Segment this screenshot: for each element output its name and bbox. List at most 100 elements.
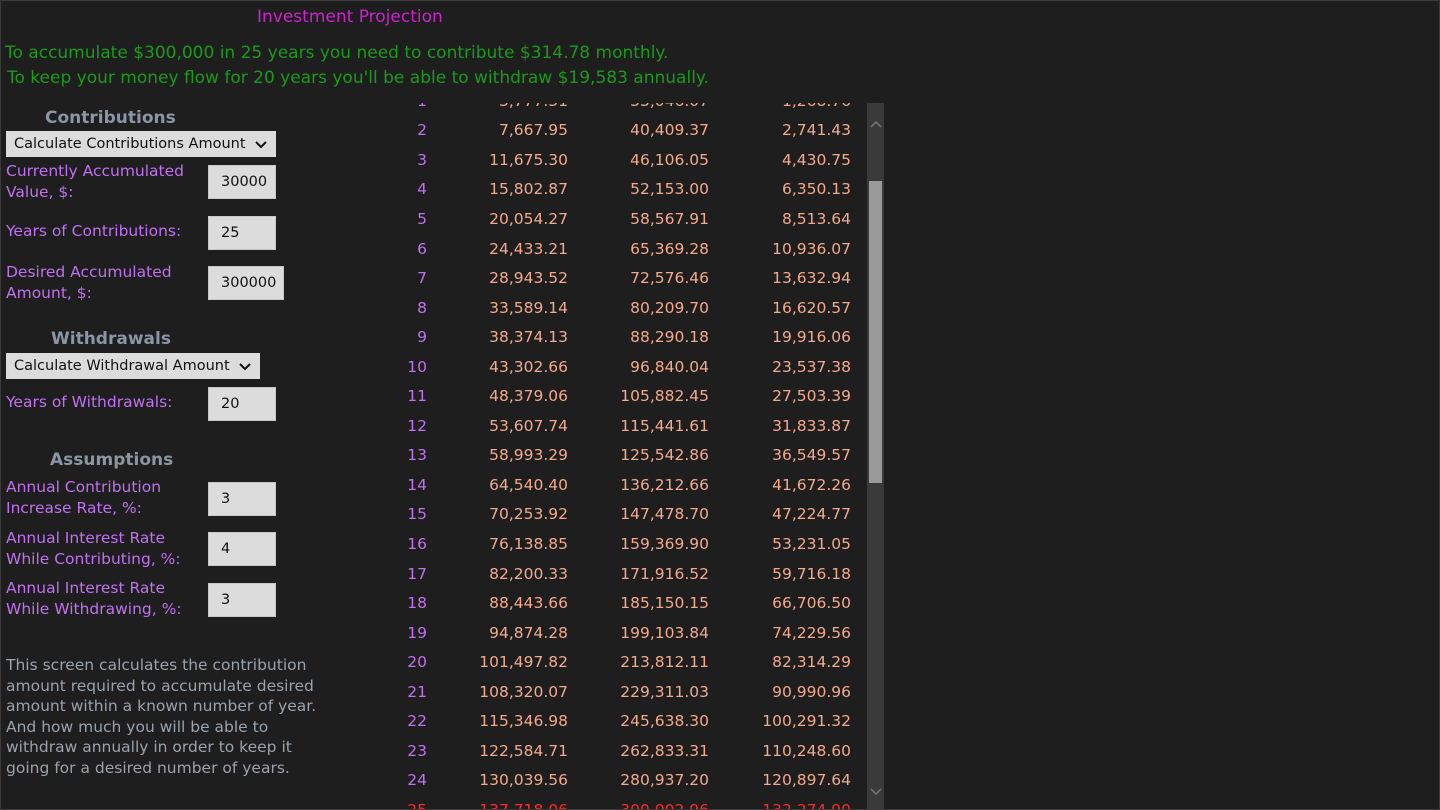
years-of-contributions-input[interactable]: 25 [208,216,276,250]
years-of-withdrawals-input[interactable]: 20 [208,387,276,421]
interest-contributing-input[interactable]: 4 [208,532,276,566]
accumulated-cell: 171,916.52 [620,564,709,583]
chevron-up-icon [869,120,882,128]
accumulated-cell: 80,209.70 [630,298,709,317]
year-cell: 3 [417,150,427,169]
accumulated-cell: 115,441.61 [620,416,709,435]
table-row: 9 38,374.13 88,290.18 19,916.06 [391,322,867,352]
contribution-cell: 115,346.98 [479,712,568,731]
table-row: 7 28,943.52 72,576.46 13,632.94 [391,263,867,293]
contribution-cell: 43,302.66 [489,357,568,376]
summary-withdrawal: To keep your money flow for 20 years you… [7,68,709,88]
contribution-cell: 53,607.74 [489,416,568,435]
interest-cell: 74,229.56 [772,623,851,642]
scroll-down-arrow[interactable] [867,783,884,801]
interest-cell: 23,537.38 [772,357,851,376]
contribution-cell: 76,138.85 [489,534,568,553]
interest-cell: 132,274.90 [731,801,851,809]
interest-cell: 27,503.39 [772,387,851,406]
interest-cell: 8,513.64 [781,209,851,228]
interest-cell: 90,990.96 [772,682,851,701]
contribution-cell: 48,379.06 [489,387,568,406]
year-cell: 18 [407,594,427,613]
table-row: 10 43,302.66 96,840.04 23,537.38 [391,352,867,382]
contribution-increase-label: Annual Contribution Increase Rate, %: [6,478,162,517]
table-row: 19 94,874.28 199,103.84 74,229.56 [391,618,867,648]
table-row: 11 48,379.06 105,882.45 27,503.39 [391,381,867,411]
contribution-cell: 33,589.14 [489,298,568,317]
contributions-mode-value: Calculate Contributions Amount [14,136,246,152]
year-cell: 14 [407,475,427,494]
interest-withdrawing-input[interactable]: 3 [208,583,276,617]
interest-cell: 13,632.94 [772,269,851,288]
interest-cell: 53,231.05 [772,534,851,553]
accumulated-value-input[interactable]: 30000 [208,165,276,199]
scrollbar-thumb[interactable] [869,181,882,483]
withdrawals-mode-select[interactable]: Calculate Withdrawal Amount [6,353,260,379]
interest-cell: 110,248.60 [762,741,851,760]
year-cell: 8 [417,298,427,317]
contribution-cell: 28,943.52 [489,269,568,288]
year-cell: 15 [407,505,427,524]
contribution-cell: 38,374.13 [489,328,568,347]
scroll-up-arrow[interactable] [867,115,884,133]
accumulated-cell: 40,409.37 [630,121,709,140]
contributions-mode-select[interactable]: Calculate Contributions Amount [6,131,276,157]
accumulated-cell: 229,311.03 [620,682,709,701]
interest-cell: 16,620.57 [772,298,851,317]
accumulated-cell: 147,478.70 [620,505,709,524]
year-cell: 12 [407,416,427,435]
accumulated-cell: 136,212.66 [620,475,709,494]
accumulated-value-label: Currently Accumulated Value, $: [6,162,185,201]
projection-table[interactable]: 1 3,777.31 33,046.07 1,268.76 2 7,667.95 40,40… [391,103,867,809]
table-row: 16 76,138.85 159,369.90 53,231.05 [391,529,867,559]
year-cell: 22 [407,712,427,731]
table-row: 1 3,777.31 33,046.07 1,268.76 [391,103,867,116]
contribution-cell: 88,443.66 [489,594,568,613]
chevron-down-icon [239,363,251,371]
year-cell: 5 [417,209,427,228]
contribution-cell: 94,874.28 [489,623,568,642]
page-title: Investment Projection [257,7,443,27]
desired-amount-input[interactable]: 300000 [208,266,284,300]
table-row: 14 64,540.40 136,212.66 41,672.26 [391,470,867,500]
contribution-cell: 137,718.06 [451,801,568,809]
year-cell: 6 [417,239,427,258]
table-row: 17 82,200.33 171,916.52 59,716.18 [391,559,867,589]
year-cell: 24 [407,771,427,790]
accumulated-cell: 262,833.31 [620,741,709,760]
years-of-contributions-label: Years of Contributions: [6,222,182,240]
table-row: 8 33,589.14 80,209.70 16,620.57 [391,293,867,323]
contribution-cell: 101,497.82 [479,653,568,672]
year-cell: 21 [407,682,427,701]
interest-cell: 2,741.43 [781,121,851,140]
year-cell: 4 [417,180,427,199]
table-row: 24 130,039.56 280,937.20 120,897.64 [391,766,867,796]
accumulated-cell: 52,153.00 [630,180,709,199]
accumulated-cell: 185,150.15 [620,594,709,613]
table-scrollbar[interactable] [867,103,884,809]
contribution-cell: 130,039.56 [479,771,568,790]
chevron-down-icon [255,141,267,149]
contribution-increase-input[interactable]: 3 [208,482,276,516]
investment-projection-window: Investment Projection To accumulate $300… [0,0,1440,810]
accumulated-cell: 88,290.18 [630,328,709,347]
accumulated-cell: 213,812.11 [620,653,709,672]
projection-rows: 1 3,777.31 33,046.07 1,268.76 2 7,667.95 40,40… [391,103,867,809]
desired-amount-label: Desired Accumulated Amount, $: [6,263,172,302]
contribution-cell: 3,777.31 [451,103,568,110]
contribution-cell: 108,320.07 [479,682,568,701]
interest-contributing-label: Annual Interest Rate While Contributing,… [6,529,181,568]
interest-withdrawing-label: Annual Interest Rate While Withdrawing, … [6,579,182,618]
accumulated-cell: 199,103.84 [620,623,709,642]
year-cell: 11 [407,387,427,406]
chevron-down-icon [869,788,882,796]
year-cell: 23 [407,741,427,760]
interest-cell: 59,716.18 [772,564,851,583]
year-cell: 16 [407,534,427,553]
accumulated-cell: 125,542.86 [620,446,709,465]
table-row: 13 58,993.29 125,542.86 36,549.57 [391,441,867,471]
interest-cell: 1,268.76 [731,103,851,110]
contribution-cell: 122,584.71 [479,741,568,760]
year-cell: 1 [391,103,427,110]
